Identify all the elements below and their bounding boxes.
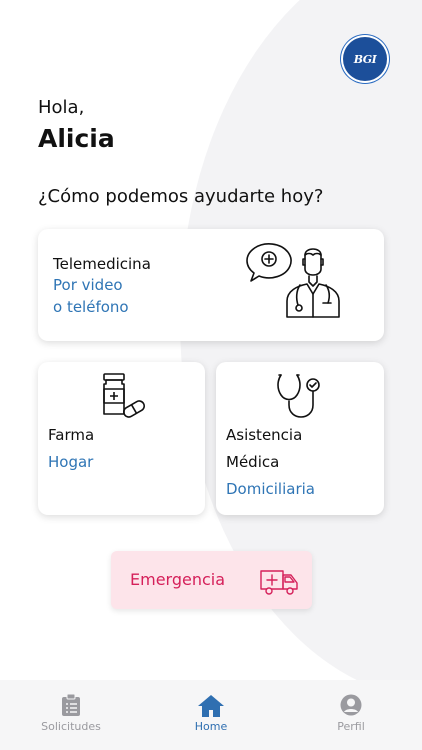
telemedicina-card[interactable]: Telemedicina Por video o teléfono [38, 229, 384, 341]
asistencia-subtitle: Domiciliaria [226, 480, 315, 498]
farma-subtitle: Hogar [48, 453, 94, 471]
tab-perfil-label: Perfil [337, 720, 365, 733]
farma-card[interactable]: Farma Hogar [38, 362, 205, 515]
stethoscope-icon [277, 374, 320, 418]
logo-text: BGI [353, 52, 377, 66]
clipboard-icon [62, 694, 80, 716]
farma-title: Farma [48, 426, 95, 444]
asistencia-card[interactable]: Asistencia Médica Domiciliaria [216, 362, 384, 515]
help-question: ¿Cómo podemos ayudarte hoy? [38, 186, 324, 207]
telemedicina-title: Telemedicina [53, 255, 151, 273]
medicine-bottle-icon [103, 373, 145, 418]
bottom-tab-bar: Solicitudes Home Perfil [0, 680, 422, 750]
telemedicina-line1: Por video [53, 276, 123, 294]
user-icon [340, 694, 362, 716]
bgi-logo: BGI [343, 37, 387, 81]
ambulance-icon [260, 570, 298, 595]
asistencia-title-1: Asistencia [226, 426, 303, 444]
tab-solicitudes-label: Solicitudes [41, 720, 101, 733]
emergencia-label: Emergencia [130, 570, 226, 589]
emergencia-button[interactable]: Emergencia [111, 551, 312, 609]
telemedicina-line2: o teléfono [53, 298, 129, 316]
user-name: Alicia [38, 124, 115, 153]
home-icon [198, 695, 224, 717]
greeting: Hola, [38, 97, 85, 118]
doctor-icon [246, 243, 340, 318]
tab-home-label: Home [194, 720, 228, 733]
asistencia-title-2: Médica [226, 453, 280, 471]
